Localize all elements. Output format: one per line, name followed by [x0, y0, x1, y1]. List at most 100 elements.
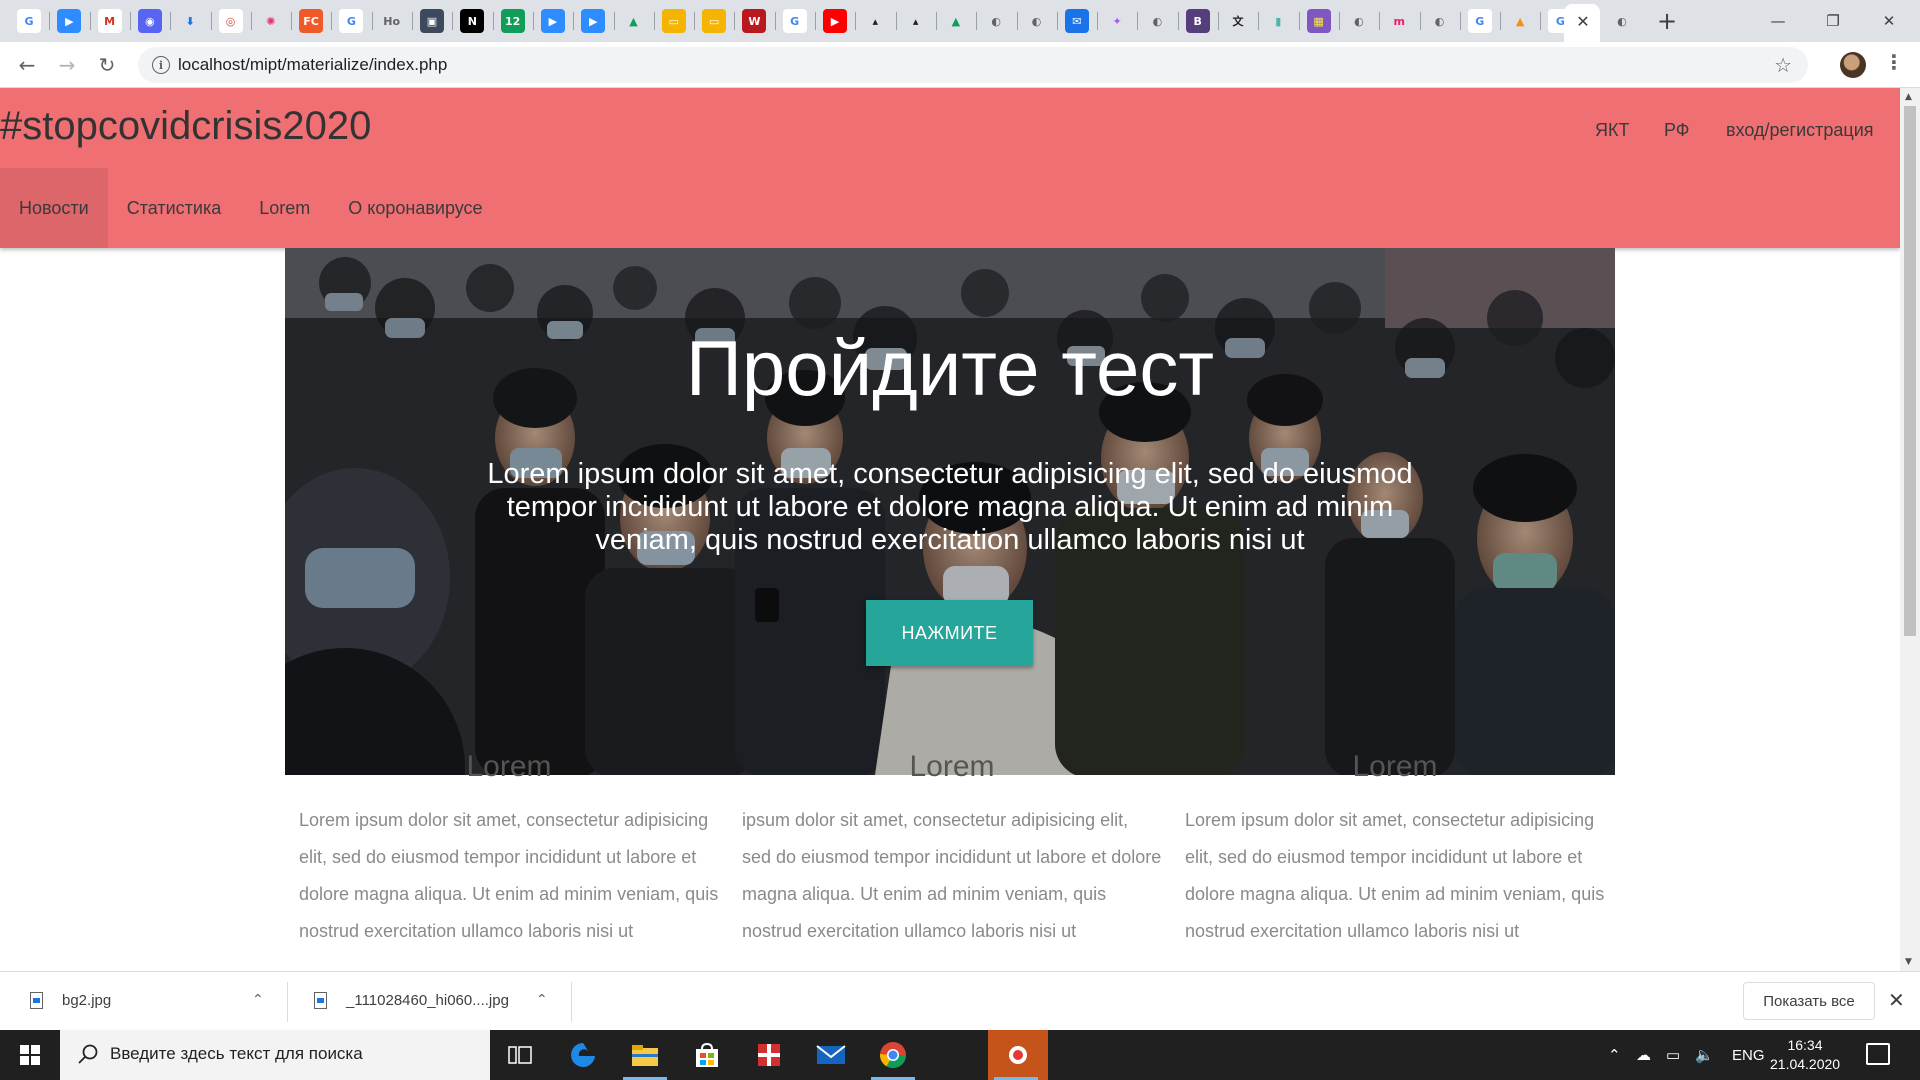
profile-avatar[interactable] [1840, 52, 1866, 78]
bootstrap-icon[interactable]: B [1185, 9, 1210, 33]
download-item[interactable]: bg2.jpg ⌃ [30, 982, 270, 1020]
nav-tab-news[interactable]: Новости [0, 168, 108, 248]
slides-icon[interactable]: ▭ [661, 9, 686, 33]
restore-icon[interactable]: ❐ [1810, 6, 1856, 36]
bars-icon[interactable]: ▮ [1266, 9, 1291, 33]
download-icon[interactable]: ⬇ [178, 9, 203, 33]
start-button[interactable] [0, 1030, 60, 1080]
tab-separator [573, 12, 575, 30]
zoom-icon[interactable]: ▶ [540, 9, 565, 33]
discord-icon[interactable]: ◉ [137, 9, 162, 33]
download-item[interactable]: _111028460_hi060....jpg ⌃ [314, 982, 554, 1020]
fc-icon[interactable]: FC [299, 9, 324, 33]
site-brand[interactable]: #stopcovidcrisis2020 [0, 104, 371, 149]
onedrive-icon[interactable]: ☁ [1636, 1030, 1651, 1080]
scroll-up-icon[interactable]: ▲ [1905, 92, 1912, 102]
w-icon[interactable]: W [742, 9, 767, 33]
new-tab-icon[interactable]: + [1654, 7, 1680, 35]
globe-icon[interactable]: ◐ [1024, 9, 1049, 33]
youtube-icon[interactable]: ▶ [823, 9, 847, 33]
language-indicator[interactable]: ENG [1732, 1030, 1765, 1080]
edge-icon[interactable] [555, 1030, 611, 1080]
globe-icon[interactable]: ◐ [1427, 9, 1452, 33]
zoom-icon[interactable]: ▶ [57, 9, 82, 33]
download-filename[interactable]: _111028460_hi060....jpg [346, 992, 509, 1009]
mail-icon[interactable]: ✉ [1064, 9, 1089, 33]
mail-icon[interactable] [803, 1030, 859, 1080]
globe-icon[interactable]: ◐ [1346, 9, 1371, 33]
signal-icon[interactable]: ▴ [863, 9, 888, 33]
address-url[interactable]: localhost/mipt/materialize/index.php [178, 55, 447, 75]
menu-kebab-icon[interactable]: ⋮ [1884, 50, 1904, 74]
gift-app-icon[interactable] [741, 1030, 797, 1080]
google-icon[interactable]: G [782, 9, 807, 33]
info-icon[interactable]: i [152, 56, 170, 74]
chevron-up-icon[interactable]: ⌃ [536, 992, 548, 1008]
nav-tab-about-covid[interactable]: О коронавирусе [329, 168, 501, 248]
forward-icon[interactable]: → [52, 50, 82, 80]
globe-icon[interactable]: ◐ [1145, 9, 1170, 33]
zoom-icon[interactable]: ▶ [581, 9, 606, 33]
text-icon[interactable]: Hо [379, 9, 404, 33]
minimize-icon[interactable]: — [1755, 6, 1801, 36]
chat-icon[interactable]: ▣ [420, 9, 444, 33]
scroll-down-icon[interactable]: ▼ [1905, 957, 1912, 967]
rainbow-icon[interactable]: ▦ [1306, 9, 1331, 33]
system-clock[interactable]: 16:34 21.04.2020 [1770, 1036, 1840, 1074]
drive-icon[interactable]: ▲ [943, 9, 968, 33]
translate-icon[interactable]: 文 [1226, 9, 1250, 33]
tab-separator [129, 12, 131, 30]
tab-close-icon[interactable]: ✕ [1572, 10, 1594, 32]
file-explorer-icon[interactable] [617, 1030, 673, 1080]
tray-chevron-icon[interactable]: ⌃ [1608, 1030, 1621, 1080]
download-filename[interactable]: bg2.jpg [62, 992, 111, 1009]
nav-link-rf[interactable]: РФ [1664, 120, 1690, 141]
drive-icon[interactable]: ▲ [621, 9, 646, 33]
feature-column: Lorem ipsum dolor sit amet, consectetur … [742, 750, 1162, 950]
google-icon[interactable]: G [1467, 9, 1492, 33]
recorder-app-icon[interactable] [988, 1030, 1048, 1080]
store-icon[interactable] [679, 1030, 735, 1080]
nav-link-ykt[interactable]: ЯКТ [1595, 120, 1629, 141]
nav-tab-statistics[interactable]: Статистика [108, 168, 241, 248]
notion-icon[interactable]: N [460, 9, 485, 33]
globe-icon[interactable]: ◐ [984, 9, 1009, 33]
nav-link-login[interactable]: вход/регистрация [1726, 120, 1874, 141]
m-icon[interactable]: m [1387, 9, 1412, 33]
back-icon[interactable]: ← [12, 50, 42, 80]
address-bar[interactable]: i localhost/mipt/materialize/index.php ☆ [138, 47, 1808, 83]
search-placeholder[interactable]: Введите здесь текст для поиска [110, 1044, 363, 1064]
number-icon[interactable]: 12 [500, 9, 525, 33]
taskbar-search[interactable]: Введите здесь текст для поиска [60, 1030, 490, 1080]
gmail-icon[interactable]: M [97, 9, 122, 33]
signal-icon[interactable]: ▴ [903, 9, 928, 33]
flower-icon[interactable]: ✺ [258, 9, 283, 33]
google-icon[interactable]: G [339, 9, 364, 33]
chrome-icon[interactable]: ◎ [218, 9, 243, 33]
tab-separator [532, 12, 534, 30]
page-scrollbar[interactable]: ▲ ▼ [1900, 88, 1920, 971]
scroll-thumb[interactable] [1904, 106, 1916, 636]
notifications-icon[interactable] [1866, 1043, 1890, 1065]
image-file-icon [314, 992, 327, 1009]
chevron-up-icon[interactable]: ⌃ [252, 992, 264, 1008]
slides-icon[interactable]: ▭ [702, 9, 727, 33]
window-close-icon[interactable]: ✕ [1866, 6, 1912, 36]
hero-cta-button[interactable]: НАЖМИТЕ [866, 600, 1033, 666]
battery-icon[interactable]: ▭ [1666, 1030, 1680, 1080]
reload-icon[interactable]: ↻ [92, 50, 122, 80]
close-download-bar-icon[interactable]: ✕ [1888, 988, 1905, 1012]
feature-text: Lorem ipsum dolor sit amet, consectetur … [1185, 810, 1605, 941]
tab-separator [89, 12, 91, 30]
bookmark-star-icon[interactable]: ☆ [1774, 53, 1792, 77]
pma-icon[interactable]: ▲ [1508, 9, 1533, 33]
feature-column: Lorem Lorem ipsum dolor sit amet, consec… [299, 750, 719, 950]
figma-icon[interactable]: ✦ [1105, 9, 1130, 33]
chrome-icon[interactable] [865, 1030, 921, 1080]
volume-icon[interactable]: 🔈 [1695, 1030, 1714, 1080]
show-all-downloads-button[interactable]: Показать все [1743, 982, 1875, 1020]
google-icon[interactable]: G [17, 9, 41, 33]
nav-tab-lorem[interactable]: Lorem [240, 168, 329, 248]
globe-icon[interactable]: ◐ [1610, 9, 1634, 33]
task-view-icon[interactable] [492, 1030, 548, 1080]
